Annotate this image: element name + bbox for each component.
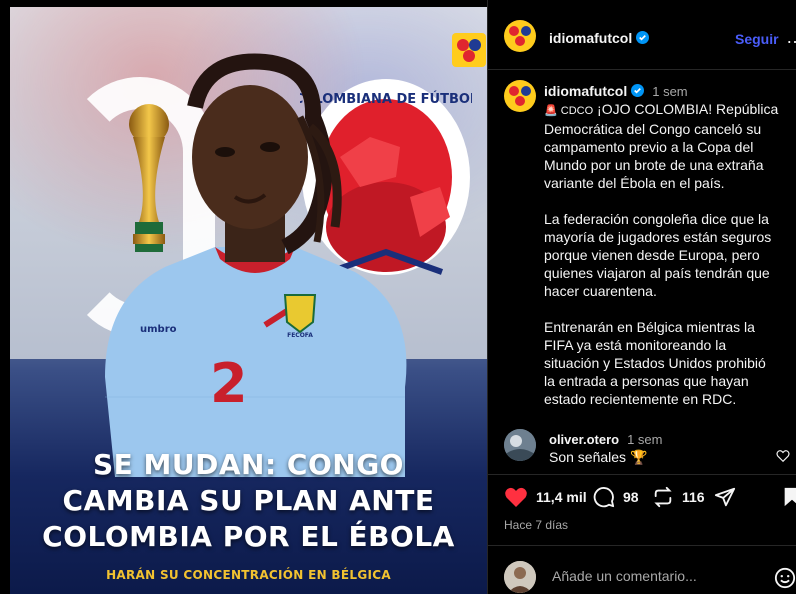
comment-time: 1 sem (627, 432, 663, 447)
commenter-avatar[interactable] (504, 429, 536, 461)
heart-filled-icon[interactable] (504, 486, 528, 508)
caption-body: ¡OJO COLOMBIA! República Democrática del… (544, 101, 779, 407)
comment-text: Son señales 🏆 (549, 449, 648, 465)
share-icon[interactable] (714, 486, 736, 508)
caption-prefix: 🚨 CDCO (544, 105, 594, 117)
caption-time[interactable]: 1 sem (652, 84, 687, 99)
comment-action[interactable]: 98 (593, 486, 639, 508)
caption-meta: idiomafutcol 1 sem (544, 83, 688, 101)
comment-meta: oliver.otero 1 sem (549, 431, 662, 449)
jersey-number: 2 (210, 352, 248, 415)
jersey-crest-text: FECOFA (287, 332, 313, 339)
bookmark-icon[interactable] (782, 486, 796, 508)
post-headline: SE MUDAN: CONGO CAMBIA SU PLAN ANTE COLO… (10, 447, 487, 555)
caption-avatar[interactable] (504, 80, 536, 112)
emoji-icon[interactable] (774, 567, 796, 589)
jersey-brand: umbro (140, 324, 177, 335)
post-details-panel: idiomafutcol Seguir … idiomafutcol1 sem … (487, 0, 796, 594)
reposts-count: 116 (682, 489, 705, 505)
verified-icon (631, 84, 645, 97)
repost-icon[interactable] (652, 486, 674, 508)
headline-line: CAMBIA SU PLAN ANTE (62, 484, 435, 517)
player-figure: 2 umbro FECOFA (105, 53, 407, 477)
headline-line: SE MUDAN: CONGO (92, 448, 404, 481)
comment-username[interactable]: oliver.otero (549, 432, 619, 447)
repost-action[interactable]: 116 (652, 486, 705, 508)
likes-count[interactable]: 11,4 mil (536, 489, 587, 505)
save-action[interactable] (782, 486, 796, 508)
verified-icon (636, 31, 650, 44)
current-user-avatar[interactable] (504, 561, 536, 593)
posted-time[interactable]: Hace 7 días (504, 518, 568, 532)
comments-count: 98 (623, 489, 639, 505)
headline-line: COLOMBIA POR EL ÉBOLA (42, 520, 455, 553)
follow-button[interactable]: Seguir (735, 31, 779, 47)
comment-bubble-icon[interactable] (593, 486, 615, 508)
post-image[interactable]: COLOMBIANA DE FÚTBOL 2 umbro FECOFA SE M… (10, 7, 487, 594)
like-action[interactable]: 11,4 mil (504, 486, 587, 508)
comment-like-icon[interactable] (776, 449, 790, 463)
more-options-icon[interactable]: … (786, 27, 796, 48)
caption-text: 🚨 CDCO ¡OJO COLOMBIA! República Democrát… (544, 100, 780, 408)
divider (488, 545, 796, 546)
post-header: idiomafutcol Seguir … (488, 0, 796, 70)
header-username[interactable]: idiomafutcol (549, 30, 632, 46)
share-action[interactable] (714, 486, 736, 508)
avatar[interactable] (504, 20, 536, 52)
divider (488, 474, 796, 475)
brand-logo-icon (452, 33, 486, 67)
post-subline: HARÁN SU CONCENTRACIÓN EN BÉLGICA (106, 568, 391, 582)
comment-input[interactable] (550, 567, 754, 585)
post-actions: 11,4 mil 98 116 (504, 486, 796, 512)
caption-username[interactable]: idiomafutcol (544, 83, 627, 99)
add-comment-bar (504, 561, 796, 593)
